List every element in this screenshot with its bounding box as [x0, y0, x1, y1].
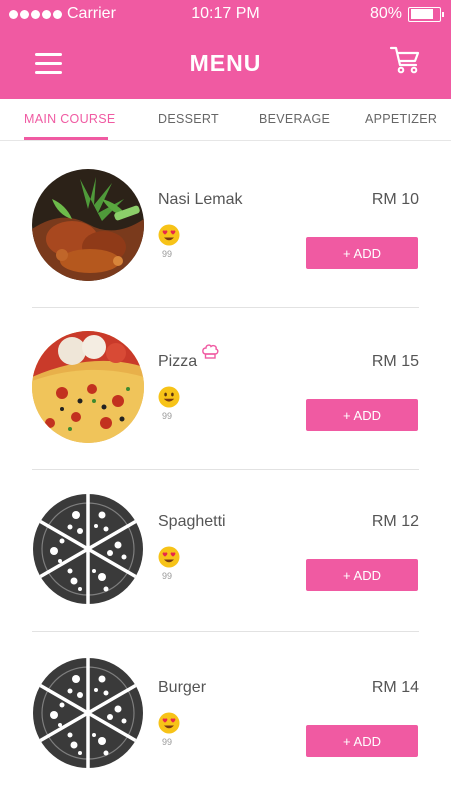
smile-emoji-icon[interactable]	[158, 386, 180, 408]
reaction-count: 99	[162, 411, 173, 421]
heart-eyes-emoji-icon[interactable]	[158, 224, 180, 246]
add-button[interactable]: + ADD	[306, 725, 418, 757]
pizza-photo	[32, 331, 144, 443]
category-tabs: MAIN COURSE DESSERT BEVERAGE APPETIZER	[0, 99, 451, 141]
add-button[interactable]: + ADD	[306, 237, 418, 269]
app-header: Carrier 10:17 PM 80% MENU	[0, 0, 451, 99]
item-name: Spaghetti	[158, 513, 226, 530]
pizza-placeholder-icon	[32, 493, 144, 605]
item-name: Nasi Lemak	[158, 191, 243, 208]
status-bar: Carrier 10:17 PM 80%	[0, 0, 451, 30]
list-item[interactable]: Burger RM 14 99 + ADD	[0, 630, 451, 792]
item-price: RM 15	[371, 353, 419, 370]
add-button[interactable]: + ADD	[306, 559, 418, 591]
item-name: Pizza	[158, 353, 198, 370]
pizza-placeholder-icon	[32, 657, 144, 769]
reaction-count: 99	[162, 737, 173, 747]
tab-main-course[interactable]: MAIN COURSE	[24, 112, 116, 126]
active-tab-indicator	[24, 137, 108, 140]
battery-percent: 80%	[369, 5, 402, 22]
page-title: MENU	[189, 50, 262, 76]
heart-eyes-emoji-icon[interactable]	[158, 712, 180, 734]
list-item[interactable]: Pizza RM 15 99 + ADD	[0, 303, 451, 465]
list-item[interactable]: Nasi Lemak RM 10 99 + ADD	[0, 141, 451, 303]
battery-icon	[408, 6, 444, 22]
chef-hat-icon	[201, 343, 219, 366]
add-button[interactable]: + ADD	[306, 399, 418, 431]
tab-dessert[interactable]: DESSERT	[158, 112, 219, 126]
heart-eyes-emoji-icon[interactable]	[158, 546, 180, 568]
list-item[interactable]: Spaghetti RM 12 99 + ADD	[0, 465, 451, 627]
tab-appetizer[interactable]: APPETIZER	[365, 112, 437, 126]
item-price: RM 12	[371, 513, 419, 530]
battery-status: 80%	[369, 5, 444, 23]
tab-beverage[interactable]: BEVERAGE	[259, 112, 330, 126]
reaction-count: 99	[162, 571, 173, 581]
reaction-count: 99	[162, 249, 173, 259]
cart-icon[interactable]	[389, 45, 421, 80]
nasi-lemak-photo	[32, 169, 144, 281]
nav-bar: MENU	[0, 30, 451, 99]
item-price: RM 14	[371, 679, 419, 696]
item-name: Burger	[158, 679, 207, 696]
item-price: RM 10	[371, 191, 419, 208]
